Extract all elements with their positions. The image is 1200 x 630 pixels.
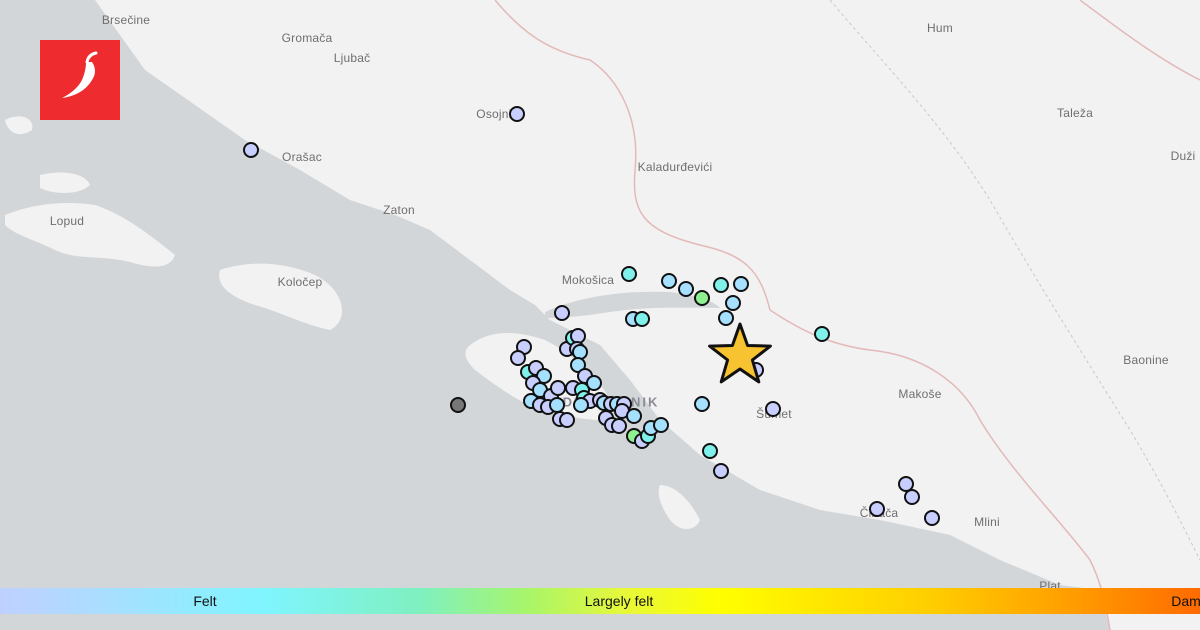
felt-report-marker[interactable] bbox=[621, 266, 637, 282]
felt-report-marker[interactable] bbox=[678, 281, 694, 297]
felt-report-marker[interactable] bbox=[718, 310, 734, 326]
felt-report-marker[interactable] bbox=[702, 443, 718, 459]
felt-report-marker[interactable] bbox=[626, 408, 642, 424]
felt-report-marker[interactable] bbox=[549, 397, 565, 413]
felt-report-marker[interactable] bbox=[725, 295, 741, 311]
felt-report-marker[interactable] bbox=[611, 418, 627, 434]
felt-report-marker[interactable] bbox=[924, 510, 940, 526]
felt-report-marker[interactable] bbox=[713, 277, 729, 293]
felt-report-marker[interactable] bbox=[765, 401, 781, 417]
legend-label: Dam bbox=[1171, 593, 1200, 609]
felt-report-marker[interactable] bbox=[510, 350, 526, 366]
felt-report-marker[interactable] bbox=[509, 106, 525, 122]
felt-report-marker[interactable] bbox=[904, 489, 920, 505]
map-view[interactable]: Brsečine Gromača Ljubač Osojnik Hum Orašac Kal… bbox=[0, 0, 1200, 630]
report-markers bbox=[243, 106, 940, 526]
felt-report-marker[interactable] bbox=[694, 290, 710, 306]
felt-report-marker[interactable] bbox=[814, 326, 830, 342]
felt-report-marker[interactable] bbox=[898, 476, 914, 492]
felt-report-marker[interactable] bbox=[554, 305, 570, 321]
felt-report-marker[interactable] bbox=[243, 142, 259, 158]
felt-report-marker[interactable] bbox=[694, 396, 710, 412]
intensity-legend: Felt Largely felt Dam bbox=[0, 588, 1200, 614]
felt-report-marker[interactable] bbox=[450, 397, 466, 413]
legend-label: Largely felt bbox=[584, 593, 654, 609]
felt-report-marker[interactable] bbox=[634, 311, 650, 327]
felt-report-marker[interactable] bbox=[550, 380, 566, 396]
felt-report-marker[interactable] bbox=[733, 276, 749, 292]
felt-report-marker[interactable] bbox=[661, 273, 677, 289]
felt-report-marker[interactable] bbox=[572, 344, 588, 360]
felt-report-marker[interactable] bbox=[573, 397, 589, 413]
felt-report-marker[interactable] bbox=[586, 375, 602, 391]
felt-report-marker[interactable] bbox=[570, 328, 586, 344]
chili-pepper-icon bbox=[62, 51, 98, 98]
felt-report-marker[interactable] bbox=[869, 501, 885, 517]
felt-report-marker[interactable] bbox=[713, 463, 729, 479]
logo[interactable] bbox=[40, 40, 120, 120]
felt-report-marker[interactable] bbox=[653, 417, 669, 433]
legend-label: Felt bbox=[193, 593, 217, 609]
felt-report-marker[interactable] bbox=[559, 412, 575, 428]
